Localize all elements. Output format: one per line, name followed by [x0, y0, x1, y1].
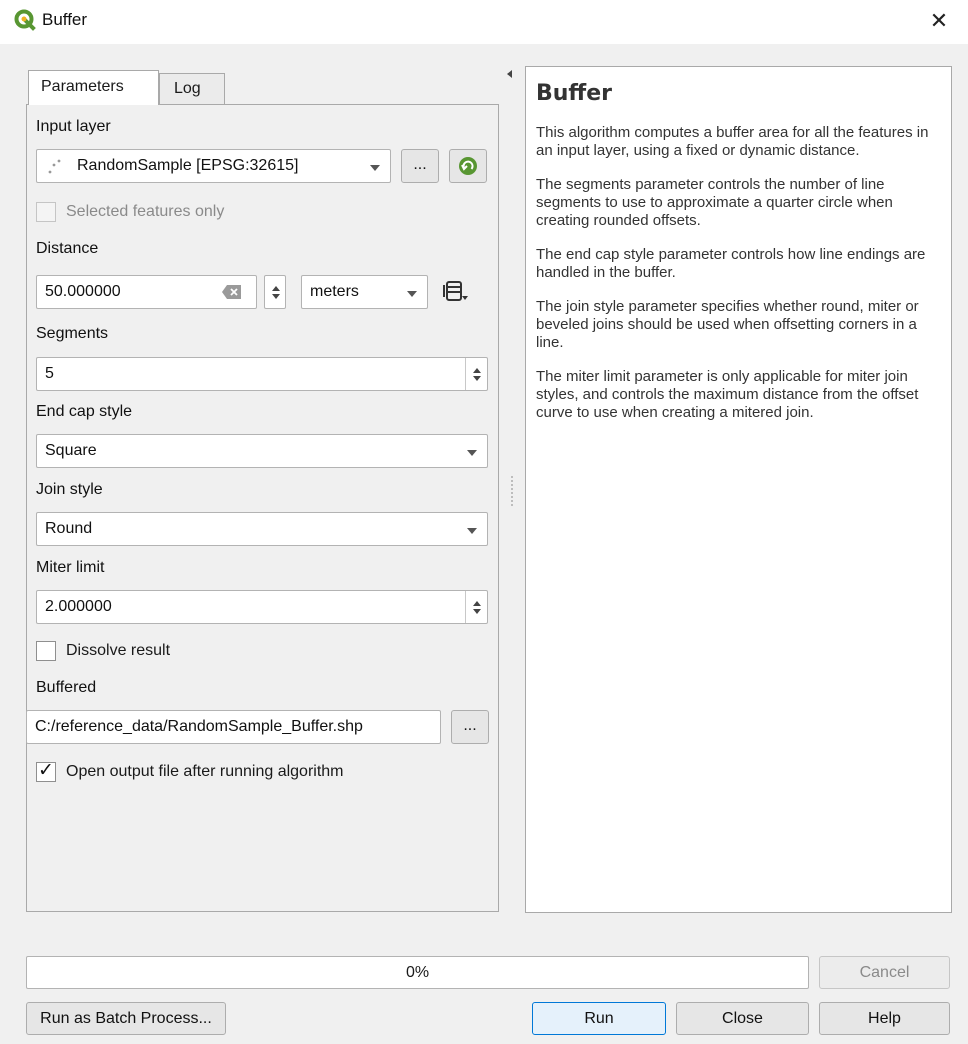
close-icon[interactable]: ✕ [924, 6, 954, 36]
dissolve-label: Dissolve result [66, 642, 171, 659]
collapse-help-icon[interactable] [507, 70, 512, 78]
input-layer-combo[interactable]: RandomSample [EPSG:32615] [36, 149, 391, 183]
help-paragraph: The join style parameter specifies wheth… [536, 298, 919, 351]
join-style-label: Join style [36, 481, 103, 498]
open-output-checkbox[interactable]: ✓ [36, 760, 56, 782]
tab-parameters-label: Parameters [41, 78, 124, 95]
help-paragraph: The end cap style parameter controls how… [536, 246, 926, 281]
help-button[interactable]: Help [819, 1002, 950, 1035]
input-layer-label: Input layer [36, 118, 111, 135]
splitter-handle[interactable] [511, 476, 513, 506]
miter-limit-value: 2.000000 [45, 598, 112, 615]
chevron-down-icon [467, 528, 477, 534]
parameters-panel [26, 104, 499, 912]
checkmark-icon: ✓ [38, 760, 54, 781]
segments-spinner[interactable] [465, 358, 487, 390]
segments-value: 5 [45, 365, 54, 382]
iterate-button[interactable] [449, 149, 487, 183]
buffered-browse-button[interactable]: ... [451, 710, 489, 744]
help-panel: Buffer This algorithm computes a buffer … [525, 66, 952, 913]
distance-unit-combo[interactable]: meters [301, 275, 428, 309]
distance-value: 50.000000 [45, 283, 121, 300]
help-paragraph: This algorithm computes a buffer area fo… [536, 124, 929, 159]
input-layer-value: RandomSample [EPSG:32615] [77, 157, 299, 174]
chevron-down-icon [467, 450, 477, 456]
miter-limit-input[interactable]: 2.000000 [36, 590, 488, 624]
miter-limit-label: Miter limit [36, 559, 105, 576]
selected-features-label: Selected features only [66, 203, 225, 220]
cancel-button[interactable]: Cancel [819, 956, 950, 989]
spin-up-icon [473, 601, 481, 606]
spin-up-icon [272, 286, 280, 291]
distance-spinner[interactable] [264, 275, 286, 309]
end-cap-value: Square [45, 442, 97, 459]
help-title: Buffer [536, 81, 613, 106]
chevron-down-icon [370, 165, 380, 171]
run-as-batch-button[interactable]: Run as Batch Process... [26, 1002, 226, 1035]
chevron-down-icon [407, 291, 417, 297]
open-output-label: Open output file after running algorithm [66, 763, 344, 780]
distance-unit-value: meters [310, 283, 359, 300]
end-cap-label: End cap style [36, 403, 133, 420]
close-button[interactable]: Close [676, 1002, 809, 1035]
segments-input[interactable]: 5 [36, 357, 488, 391]
spin-up-icon [473, 368, 481, 373]
spin-down-icon [473, 376, 481, 381]
join-style-combo[interactable]: Round [36, 512, 488, 546]
data-defined-override-icon[interactable] [443, 280, 469, 304]
buffered-output-input[interactable]: C:/reference_data/RandomSample_Buffer.sh… [26, 710, 441, 744]
window-title: Buffer [42, 10, 88, 29]
miter-limit-spinner[interactable] [465, 591, 487, 623]
dissolve-checkbox[interactable] [36, 641, 56, 661]
title-bar: Buffer ✕ [0, 0, 968, 44]
segments-label: Segments [36, 325, 109, 342]
join-style-value: Round [45, 520, 93, 537]
input-layer-browse-button[interactable]: ... [401, 149, 439, 183]
end-cap-combo[interactable]: Square [36, 434, 488, 468]
help-paragraph: The miter limit parameter is only applic… [536, 368, 919, 421]
tab-log[interactable]: Log [159, 73, 225, 104]
tab-log-label: Log [174, 80, 201, 97]
buffered-label: Buffered [36, 679, 97, 696]
progress-bar: 0% [26, 956, 809, 989]
iterate-refresh-icon [459, 157, 477, 175]
distance-input[interactable]: 50.000000 [36, 275, 257, 309]
selected-features-checkbox[interactable] [36, 202, 56, 222]
qgis-logo-icon [14, 9, 36, 31]
tab-parameters[interactable]: Parameters [28, 70, 159, 105]
clear-field-icon[interactable] [222, 285, 242, 299]
run-button[interactable]: Run [532, 1002, 666, 1035]
point-layer-icon [48, 159, 61, 174]
spin-down-icon [473, 609, 481, 614]
progress-label: 0% [405, 964, 430, 981]
buffered-output-value: C:/reference_data/RandomSample_Buffer.sh… [35, 718, 363, 735]
distance-label: Distance [36, 240, 99, 257]
help-paragraph: The segments parameter controls the numb… [536, 176, 893, 229]
spin-down-icon [272, 294, 280, 299]
